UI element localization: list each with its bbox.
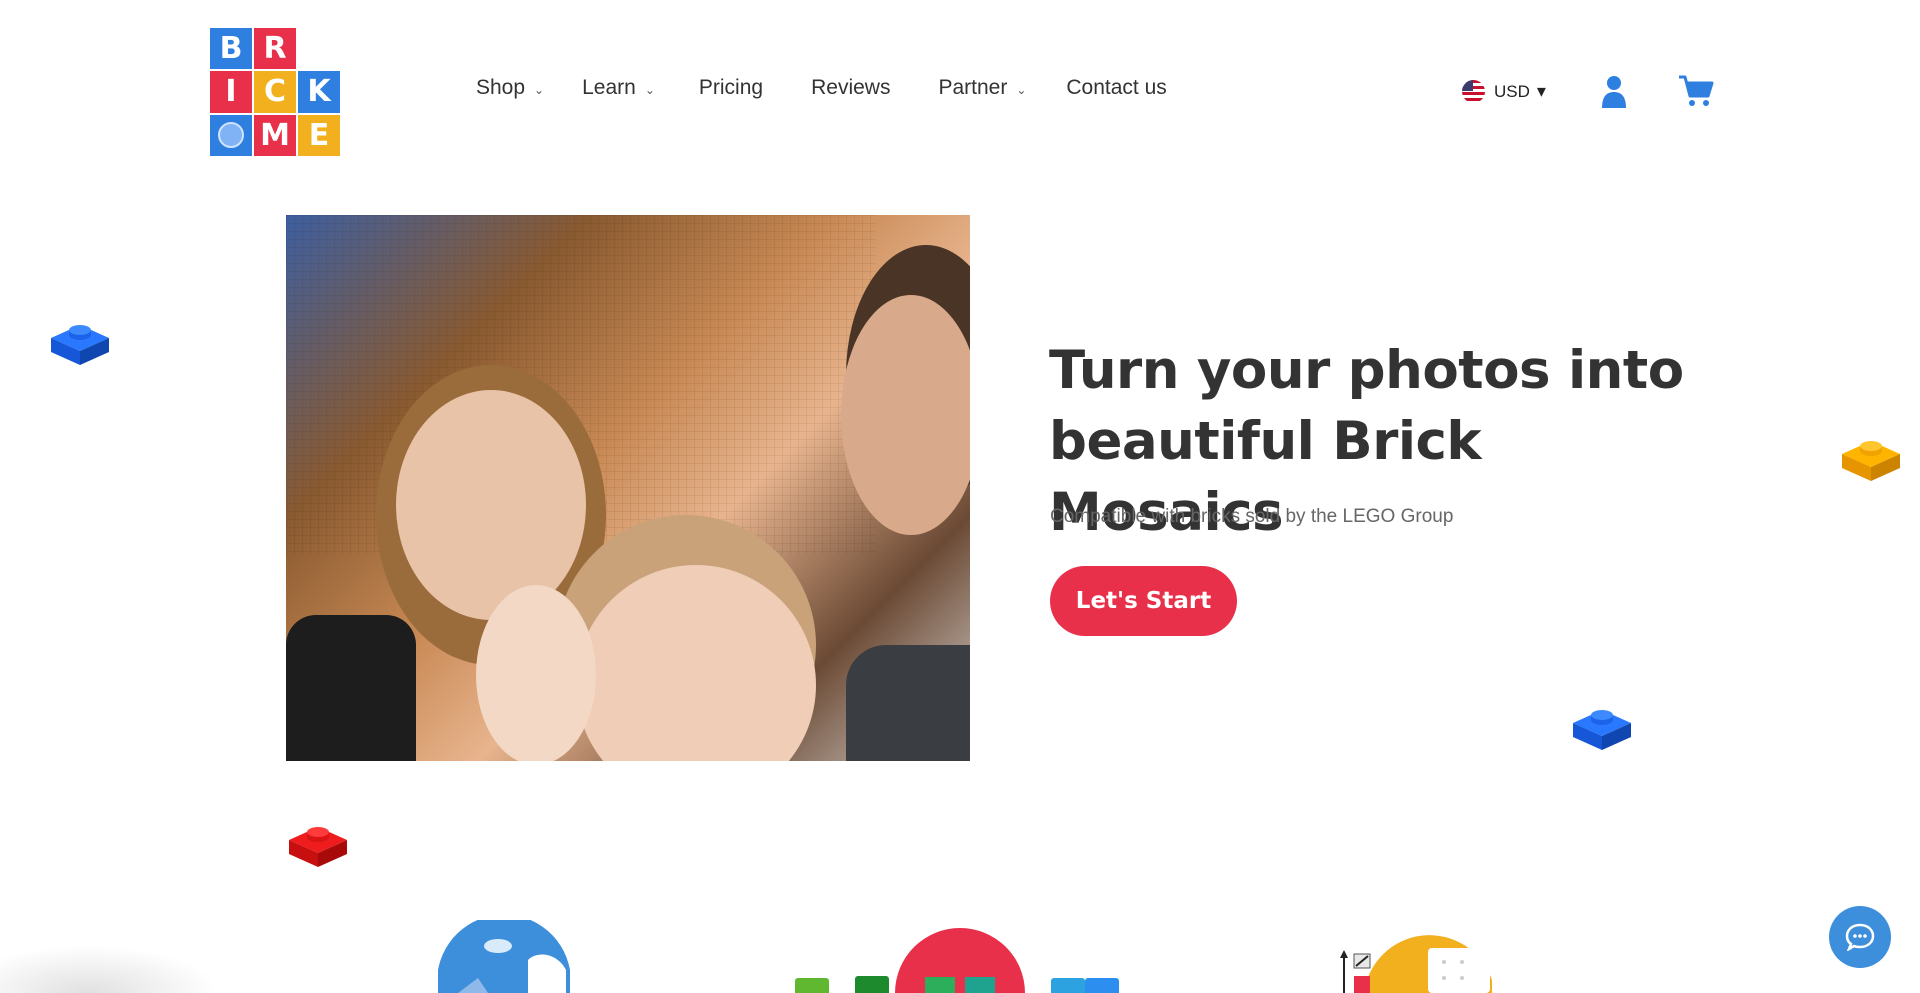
chat-icon <box>1845 923 1875 951</box>
nav-item-partner[interactable]: Partner ⌄ <box>938 76 1026 100</box>
logo-tile: E <box>298 114 340 156</box>
nav-item-pricing[interactable]: Pricing <box>699 76 763 100</box>
chevron-down-icon: ⌄ <box>534 83 545 97</box>
brickme-logo[interactable]: BRICKME <box>210 28 340 156</box>
nav-item-shop[interactable]: Shop ⌄ <box>476 76 544 100</box>
blue-brick-icon <box>51 325 109 365</box>
nav-item-reviews[interactable]: Reviews <box>811 76 890 100</box>
woman-face <box>396 390 586 620</box>
caret-down-icon: ▾ <box>1536 81 1546 101</box>
logo-tile: R <box>254 28 296 70</box>
logo-tile: I <box>210 71 252 113</box>
cookie-banner-shadow <box>0 945 220 993</box>
cart-icon[interactable] <box>1678 74 1714 108</box>
instructions-illustration <box>1340 935 1492 993</box>
logo-tile <box>210 114 252 156</box>
chat-widget-button[interactable] <box>1829 906 1891 968</box>
nav-item-label: Partner <box>938 76 1008 99</box>
user-icon[interactable] <box>1601 75 1627 109</box>
chevron-down-icon: ⌄ <box>1016 83 1027 97</box>
nav-item-label: Contact us <box>1066 76 1167 99</box>
logo-tile: K <box>298 71 340 113</box>
logo-dot-icon <box>218 122 244 149</box>
blue-brick-icon <box>1573 710 1631 750</box>
nav-item-contact-us[interactable]: Contact us <box>1066 76 1166 100</box>
nav-item-learn[interactable]: Learn ⌄ <box>582 76 655 100</box>
hero-video[interactable] <box>286 215 970 761</box>
chevron-down-icon: ⌄ <box>644 83 655 97</box>
currency-label: USD <box>1494 81 1530 101</box>
nav-item-label: Pricing <box>698 76 764 99</box>
baby-face <box>476 585 596 761</box>
logo-tile: M <box>254 114 296 156</box>
nav-item-label: Shop <box>476 76 526 99</box>
currency-selector[interactable]: USD ▾ <box>1462 80 1546 103</box>
nav-item-label: Learn <box>582 76 636 99</box>
man-face <box>841 295 970 535</box>
logo-tile: B <box>210 28 252 70</box>
logo-tile <box>298 28 340 69</box>
main-nav: Shop ⌄ Learn ⌄ Pricing Reviews Partner ⌄ Contact… <box>476 76 1167 100</box>
hero-subtitle: Compatible with bricks sold by the LEGO … <box>1050 506 1454 527</box>
lets-start-button[interactable]: Let's Start <box>1050 566 1237 636</box>
yellow-brick-icon <box>1842 441 1900 481</box>
red-brick-icon <box>289 827 347 867</box>
site-header: BRICKME Shop ⌄ Learn ⌄ Pricing Reviews Partner… <box>0 0 1920 185</box>
logo-tile: C <box>254 71 296 113</box>
upload-photo-illustration <box>438 920 570 993</box>
us-flag-icon <box>1462 80 1485 103</box>
nav-item-label: Reviews <box>811 76 891 99</box>
choose-size-illustration <box>895 928 1025 993</box>
